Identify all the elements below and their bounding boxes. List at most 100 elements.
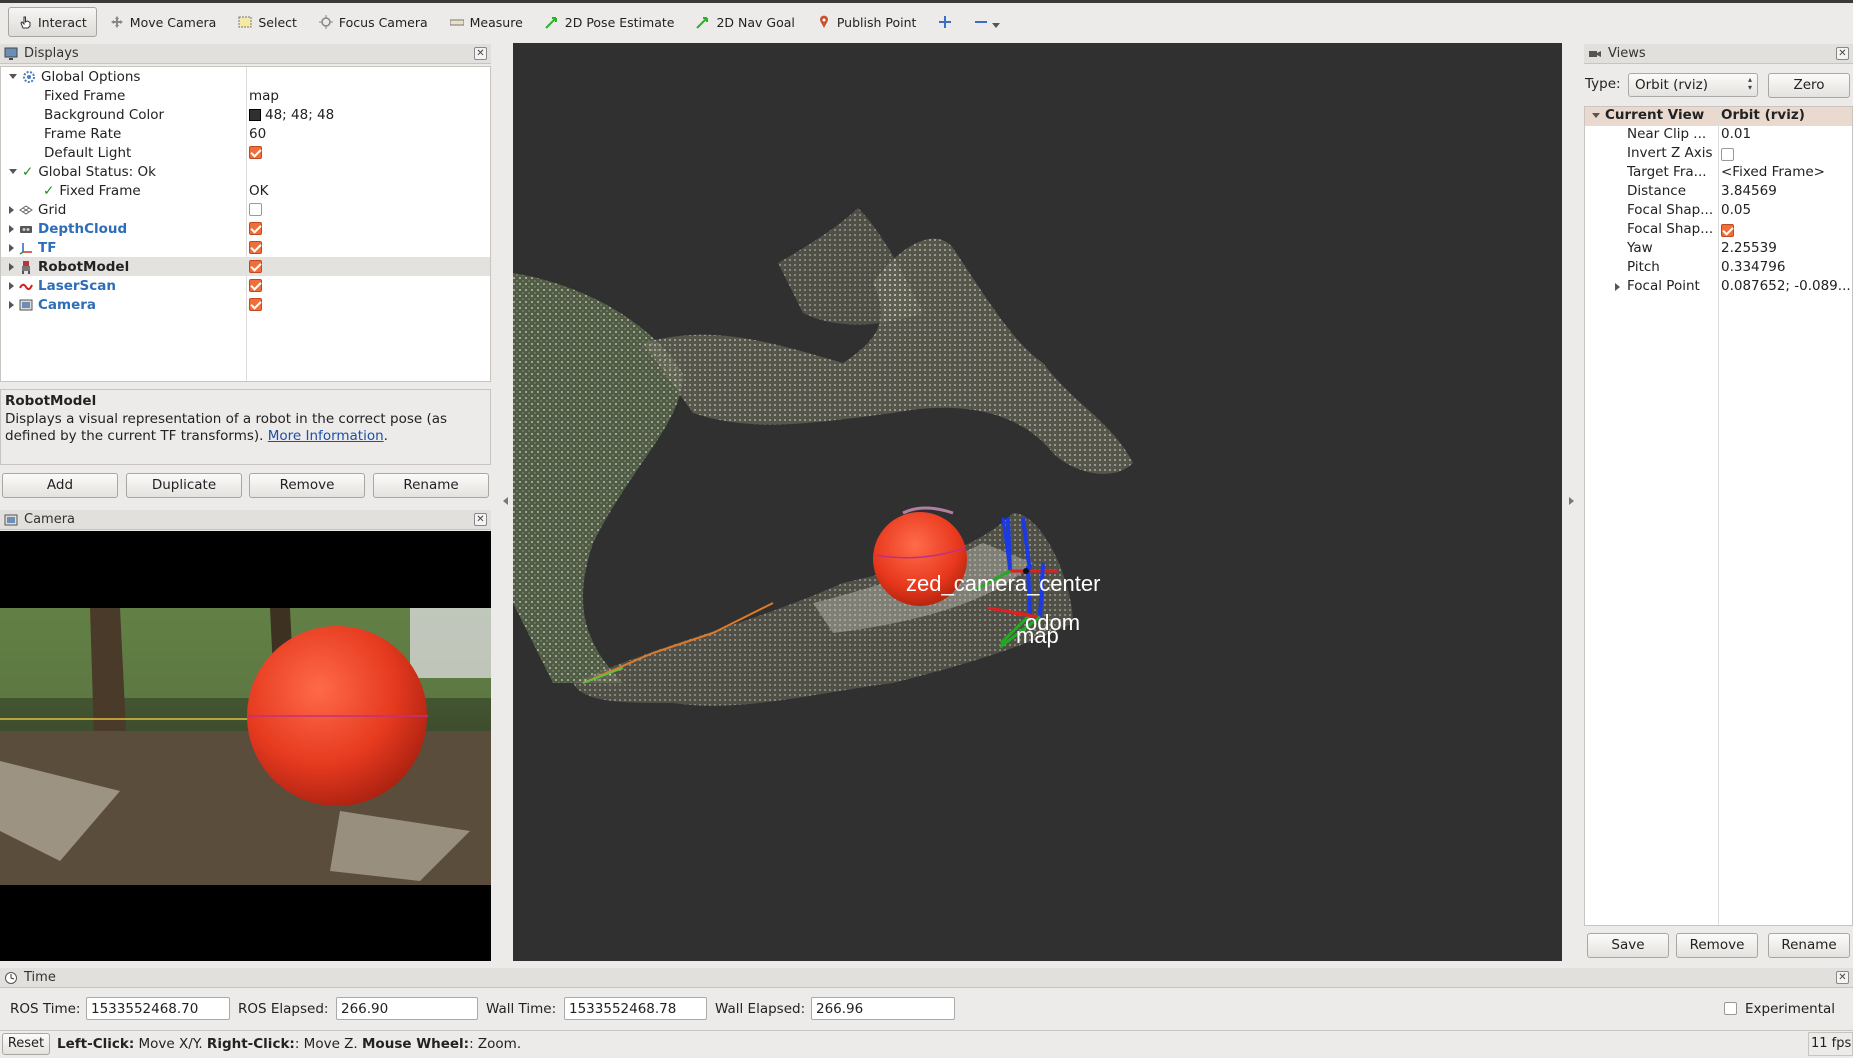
displays-tree: Global Options Fixed Frame map Backgroun…: [0, 66, 491, 382]
ros-elapsed-field[interactable]: [336, 997, 478, 1020]
view-type-select[interactable]: Orbit (rviz) ▴ ▾: [1628, 73, 1758, 97]
interact-label: Interact: [38, 14, 87, 30]
pitch-value[interactable]: 0.334796: [1721, 259, 1852, 275]
wall-elapsed-field[interactable]: [811, 997, 955, 1020]
yaw-value[interactable]: 2.25539: [1721, 240, 1852, 256]
tree-row-global-options[interactable]: Global Options: [1, 67, 490, 86]
current-view-row[interactable]: Current View Orbit (rviz): [1585, 107, 1852, 126]
invert-z-row[interactable]: Invert Z Axis: [1585, 145, 1852, 164]
camera-checkbox[interactable]: [249, 298, 262, 311]
close-icon[interactable]: ✕: [474, 513, 487, 526]
experimental-label: Experimental: [1745, 1001, 1836, 1017]
more-information-link[interactable]: More Information: [268, 428, 384, 444]
save-view-button[interactable]: Save: [1587, 933, 1669, 958]
laserscan-checkbox[interactable]: [249, 279, 262, 292]
close-icon[interactable]: ✕: [1836, 971, 1849, 984]
chevron-right-icon[interactable]: [9, 300, 14, 309]
tree-row-fixed-frame[interactable]: Fixed Frame map: [1, 86, 490, 105]
grid-checkbox[interactable]: [249, 203, 262, 216]
add-tool-button[interactable]: [929, 7, 961, 37]
current-view-label: Current View: [1605, 107, 1705, 123]
focal-shape-fixed-row[interactable]: Focal Shap...: [1585, 221, 1852, 240]
remove-view-button[interactable]: Remove: [1676, 933, 1758, 958]
distance-value[interactable]: 3.84569: [1721, 183, 1852, 199]
clock-icon: [4, 971, 18, 985]
depthcloud-checkbox[interactable]: [249, 222, 262, 235]
wall-time-field[interactable]: [564, 997, 707, 1020]
yaw-row[interactable]: Yaw 2.25539: [1585, 240, 1852, 259]
focus-camera-tool[interactable]: Focus Camera: [310, 7, 437, 37]
distance-row[interactable]: Distance 3.84569: [1585, 183, 1852, 202]
chevron-down-icon[interactable]: [9, 169, 17, 174]
zero-button[interactable]: Zero: [1768, 73, 1850, 98]
remove-display-button[interactable]: Remove: [249, 473, 365, 498]
views-title: Views: [1608, 46, 1646, 61]
target-frame-value[interactable]: <Fixed Frame>: [1721, 164, 1852, 180]
3d-render-view[interactable]: zed_camera_center odom map: [513, 43, 1562, 961]
target-frame-row[interactable]: Target Fra... <Fixed Frame>: [1585, 164, 1852, 183]
near-clip-row[interactable]: Near Clip ... 0.01: [1585, 126, 1852, 145]
close-icon[interactable]: ✕: [1836, 47, 1849, 60]
chevron-down-icon[interactable]: [9, 74, 17, 79]
interact-tool[interactable]: Interact: [8, 7, 97, 37]
focal-shape-size-row[interactable]: Focal Shap... 0.05: [1585, 202, 1852, 221]
ruler-icon: [449, 15, 465, 29]
left-splitter-arrow[interactable]: [503, 497, 508, 505]
tree-row-depthcloud[interactable]: DepthCloud: [1, 219, 490, 238]
tree-row-robotmodel[interactable]: RobotModel: [1, 257, 490, 276]
gear-icon: [22, 70, 36, 84]
chevron-right-icon[interactable]: [9, 224, 14, 233]
time-title: Time: [24, 970, 56, 985]
tree-row-global-status[interactable]: ✓ Global Status: Ok: [1, 162, 490, 181]
color-swatch[interactable]: [249, 108, 261, 121]
tree-row-default-light[interactable]: Default Light: [1, 143, 490, 162]
measure-tool[interactable]: Measure: [441, 7, 532, 37]
add-button[interactable]: Add: [2, 473, 118, 498]
monitor-icon: [4, 47, 18, 61]
tree-row-grid[interactable]: Grid: [1, 200, 490, 219]
tree-row-status-fixed-frame[interactable]: ✓ Fixed Frame OK: [1, 181, 490, 200]
duplicate-button[interactable]: Duplicate: [126, 473, 242, 498]
tree-row-camera[interactable]: Camera: [1, 295, 490, 314]
close-icon[interactable]: ✕: [474, 47, 487, 60]
camera-image-view[interactable]: [0, 531, 491, 961]
background-color-value[interactable]: 48; 48; 48: [265, 107, 334, 123]
tf-checkbox[interactable]: [249, 241, 262, 254]
move-camera-tool[interactable]: Move Camera: [101, 7, 226, 37]
publish-point-tool[interactable]: Publish Point: [808, 7, 926, 37]
invert-z-checkbox[interactable]: [1721, 148, 1734, 161]
chevron-down-icon[interactable]: [1592, 113, 1600, 118]
tree-row-tf[interactable]: TF: [1, 238, 490, 257]
chevron-right-icon[interactable]: [1615, 283, 1620, 291]
tree-row-laserscan[interactable]: LaserScan: [1, 276, 490, 295]
chevron-right-icon[interactable]: [9, 262, 14, 271]
tree-row-background-color[interactable]: Background Color 48; 48; 48: [1, 105, 490, 124]
check-icon: ✓: [43, 182, 55, 199]
reset-button[interactable]: Reset: [2, 1033, 50, 1055]
focal-point-value[interactable]: 0.087652; -0.089...: [1721, 278, 1852, 294]
ros-time-field[interactable]: [86, 997, 230, 1020]
robotmodel-checkbox[interactable]: [249, 260, 262, 273]
focal-shape-fixed-checkbox[interactable]: [1721, 224, 1734, 237]
chevron-right-icon[interactable]: [9, 281, 14, 290]
right-splitter-arrow[interactable]: [1569, 497, 1574, 505]
pitch-row[interactable]: Pitch 0.334796: [1585, 259, 1852, 278]
nav-goal-tool[interactable]: 2D Nav Goal: [687, 7, 803, 37]
rename-view-button[interactable]: Rename: [1768, 933, 1850, 958]
select-tool[interactable]: Select: [229, 7, 306, 37]
frame-rate-value[interactable]: 60: [249, 126, 266, 142]
tree-row-frame-rate[interactable]: Frame Rate 60: [1, 124, 490, 143]
near-clip-value[interactable]: 0.01: [1721, 126, 1852, 142]
pose-estimate-tool[interactable]: 2D Pose Estimate: [536, 7, 684, 37]
experimental-checkbox[interactable]: [1724, 1002, 1737, 1015]
default-light-checkbox[interactable]: [249, 146, 262, 159]
focal-shape-size-value[interactable]: 0.05: [1721, 202, 1852, 218]
chevron-right-icon[interactable]: [9, 243, 14, 252]
green-arrow-icon: [545, 15, 559, 29]
rename-display-button[interactable]: Rename: [373, 473, 489, 498]
fixed-frame-value[interactable]: map: [249, 88, 279, 104]
zed-frame-label: zed_camera_center: [906, 571, 1100, 596]
chevron-right-icon[interactable]: [9, 205, 14, 214]
focal-point-row[interactable]: Focal Point 0.087652; -0.089...: [1585, 278, 1852, 297]
remove-tool-button[interactable]: [965, 7, 1009, 37]
